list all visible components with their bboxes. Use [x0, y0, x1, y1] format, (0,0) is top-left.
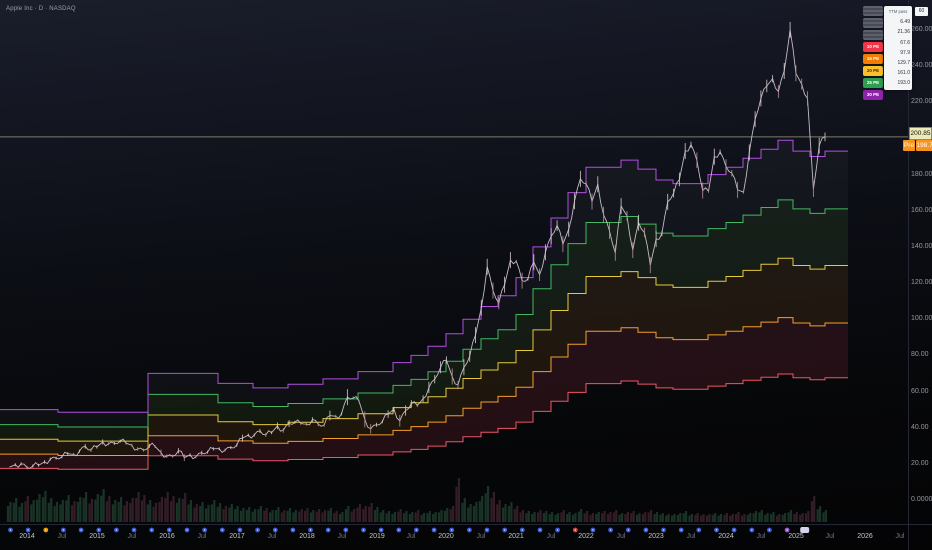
price-chart[interactable]: [0, 0, 932, 550]
time-axis-label: 2019: [369, 533, 385, 540]
price-axis-label: 60.00: [911, 388, 929, 395]
volume-bars: [6, 478, 827, 522]
time-axis-label: Jul: [476, 533, 486, 540]
time-axis-label: 2022: [578, 533, 594, 540]
pe-band-chip-10[interactable]: 10 PE: [863, 42, 883, 52]
price-axis-label: 120.00: [911, 279, 932, 286]
time-axis-label: Jul: [337, 533, 347, 540]
time-axis-label: Jul: [686, 533, 696, 540]
time-axis-label: Jul: [197, 533, 207, 540]
time-axis-label: Jul: [127, 533, 137, 540]
time-axis-label: 2014: [19, 533, 35, 540]
price-axis-label: 0.0000: [911, 496, 932, 503]
time-axis-label: Jul: [57, 533, 67, 540]
last-price-badge[interactable]: 200.85: [909, 127, 932, 140]
indicator-legend: 10 PE 15 PE 20 PE 25 PE 30 PE TTM pass 6…: [863, 6, 912, 100]
price-axis-label: 220.00: [911, 98, 932, 105]
pe-band-chip-15[interactable]: 15 PE: [863, 54, 883, 64]
time-axis-label: Jul: [756, 533, 766, 540]
price-axis-label: 40.00: [911, 424, 929, 431]
band-fills: [0, 140, 848, 470]
legend-band-value: 161.0: [897, 70, 910, 77]
price-axis-label: 240.00: [911, 62, 932, 69]
time-axis-label: Jul: [825, 533, 835, 540]
time-axis-label: 2021: [508, 533, 524, 540]
price-axis-label: 20.00: [911, 460, 929, 467]
time-axis-label: 2023: [648, 533, 664, 540]
price-axis-label: 160.00: [911, 207, 932, 214]
legend-values-panel: TTM pass 6.49 21.36 67.6 97.9 129.7 161.…: [884, 6, 912, 90]
premarket-price-badge[interactable]: Pre 198.70: [903, 140, 932, 151]
blurred-legend-chip[interactable]: [863, 30, 883, 40]
time-axis-label: 2026: [857, 533, 873, 540]
price-axis[interactable]: 260.00 240.00 220.00 180.00 160.00 140.00 120.…: [909, 0, 932, 524]
axis-top-chip[interactable]: 60: [915, 7, 928, 16]
time-axis-label: 2017: [229, 533, 245, 540]
pe-band-chip-25[interactable]: 25 PE: [863, 78, 883, 88]
price-axis-label: 140.00: [911, 243, 932, 250]
time-axis-label: Jul: [406, 533, 416, 540]
time-axis-label: 2024: [718, 533, 734, 540]
time-axis-label: 2020: [438, 533, 454, 540]
legend-band-value: 193.0: [897, 80, 910, 87]
legend-metric-value: 21.36: [897, 29, 910, 36]
time-axis[interactable]: 2014 Jul 2015 Jul 2016 Jul 2017 Jul 2018 Jul 2019 J…: [0, 533, 932, 547]
price-axis-label: 260.00: [911, 26, 932, 33]
time-axis-label: Jul: [546, 533, 556, 540]
legend-band-value: 67.6: [900, 39, 910, 46]
legend-eps-value: 6.49: [900, 19, 910, 26]
legend-band-value: 129.7: [897, 59, 910, 66]
time-axis-label: 2025: [788, 533, 804, 540]
premarket-value: 198.70: [916, 140, 932, 151]
time-axis-label: Jul: [895, 533, 905, 540]
legend-header: TTM pass: [888, 9, 908, 14]
time-axis-label: 2015: [89, 533, 105, 540]
legend-band-value: 97.9: [900, 49, 910, 56]
time-axis-label: Jul: [616, 533, 626, 540]
premarket-tag: Pre: [903, 140, 915, 151]
pe-band-chip-30[interactable]: 30 PE: [863, 90, 883, 100]
price-axis-label: 80.00: [911, 351, 929, 358]
trading-chart-window: Apple Inc · D · NASDAQ 260.00 240.00 220.0…: [0, 0, 932, 550]
time-axis-label: 2018: [299, 533, 315, 540]
symbol-title[interactable]: Apple Inc · D · NASDAQ: [6, 6, 76, 12]
price-axis-label: 180.00: [911, 171, 932, 178]
pe-band-chip-20[interactable]: 20 PE: [863, 66, 883, 76]
blurred-legend-chip[interactable]: [863, 6, 883, 16]
time-axis-separator: [0, 524, 932, 525]
time-axis-label: 2016: [159, 533, 175, 540]
time-axis-label: Jul: [267, 533, 277, 540]
price-axis-label: 100.00: [911, 315, 932, 322]
blurred-legend-chip[interactable]: [863, 18, 883, 28]
